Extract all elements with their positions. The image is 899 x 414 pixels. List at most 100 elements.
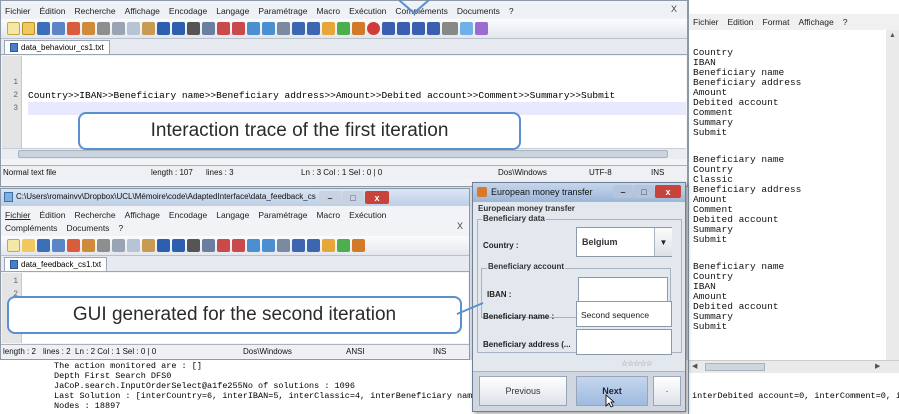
copy-icon[interactable] <box>127 239 140 252</box>
play-icon[interactable] <box>397 22 410 35</box>
menu-macro[interactable]: Macro <box>316 6 340 16</box>
indent-guide-icon[interactable] <box>307 239 320 252</box>
beneficiary-address-input[interactable] <box>576 329 672 355</box>
find-icon[interactable] <box>187 22 200 35</box>
country-select[interactable]: Belgium ▼ <box>576 227 672 257</box>
undo-icon[interactable] <box>157 239 170 252</box>
menu-fichier[interactable]: Fichier <box>5 210 31 220</box>
udl-icon[interactable] <box>322 22 335 35</box>
save-all-icon[interactable] <box>52 22 65 35</box>
zoom-out-icon[interactable] <box>232 22 245 35</box>
save-icon[interactable] <box>37 239 50 252</box>
menu-parametrage[interactable]: Paramétrage <box>258 210 307 220</box>
notepad-menu-affichage[interactable]: Affichage <box>798 17 833 27</box>
notepad-text-area[interactable]: Country IBAN Beneficiary name Beneficiary a… <box>693 48 883 358</box>
menu-parametrage[interactable]: Paramétrage <box>258 6 307 16</box>
close-window-button[interactable]: x <box>365 191 389 204</box>
chevron-down-icon[interactable]: ▼ <box>654 228 672 256</box>
extra-button[interactable]: · <box>653 376 681 406</box>
menu-documents[interactable]: Documents <box>66 223 109 233</box>
sync-h-icon[interactable] <box>262 22 275 35</box>
pilcrow-icon[interactable] <box>292 22 305 35</box>
wrap-icon[interactable] <box>277 239 290 252</box>
redo-icon[interactable] <box>172 239 185 252</box>
previous-button[interactable]: Previous <box>479 376 567 406</box>
menu-affichage[interactable]: Affichage <box>125 210 160 220</box>
replace-icon[interactable] <box>202 22 215 35</box>
wrap-icon[interactable] <box>277 22 290 35</box>
tab-data-behaviour[interactable]: data_behaviour_cs1.txt <box>4 40 110 54</box>
tab-data-feedback[interactable]: data_feedback_cs1.txt <box>4 257 108 271</box>
menu-recherche[interactable]: Recherche <box>75 210 116 220</box>
print-icon[interactable] <box>97 239 110 252</box>
copy-icon[interactable] <box>127 22 140 35</box>
zoom-out-icon[interactable] <box>232 239 245 252</box>
indent-guide-icon[interactable] <box>307 22 320 35</box>
scroll-right-icon[interactable]: ▶ <box>875 362 880 370</box>
doc-map-icon[interactable] <box>337 239 350 252</box>
notepad-vscrollbar[interactable]: ▲ <box>886 30 899 360</box>
udl-icon[interactable] <box>322 239 335 252</box>
notepad-menu-edition[interactable]: Edition <box>728 17 754 27</box>
ds-icon[interactable] <box>442 22 458 35</box>
scroll-left-icon[interactable]: ◀ <box>692 362 697 370</box>
menu-encodage[interactable]: Encodage <box>169 210 207 220</box>
sync-h-icon[interactable] <box>262 239 275 252</box>
plugin-icon[interactable] <box>460 22 473 35</box>
menu-edition[interactable]: Édition <box>40 6 66 16</box>
notepad-menu-fichier[interactable]: Fichier <box>693 17 719 27</box>
undo-icon[interactable] <box>157 22 170 35</box>
play-multi-icon[interactable] <box>412 22 425 35</box>
minimize-button[interactable]: – <box>319 191 341 204</box>
spell-icon[interactable] <box>475 22 488 35</box>
function-list-icon[interactable] <box>352 239 365 252</box>
menu-documents[interactable]: Documents <box>457 6 500 16</box>
menu-langage[interactable]: Langage <box>216 6 249 16</box>
maximize-button[interactable]: □ <box>342 191 364 204</box>
menu-edition[interactable]: Édition <box>40 210 66 220</box>
doc-map-icon[interactable] <box>337 22 350 35</box>
scroll-up-icon[interactable]: ▲ <box>889 32 896 39</box>
save-all-icon[interactable] <box>52 239 65 252</box>
close-all-icon[interactable] <box>82 239 95 252</box>
menu-execution[interactable]: Exécution <box>349 210 386 220</box>
replace-icon[interactable] <box>202 239 215 252</box>
cut-icon[interactable] <box>112 239 125 252</box>
print-icon[interactable] <box>97 22 110 35</box>
maximize-button[interactable]: □ <box>634 185 654 198</box>
close-file-icon[interactable] <box>67 239 80 252</box>
zoom-in-icon[interactable] <box>217 239 230 252</box>
notepad-hscrollbar[interactable]: ◀ ▶ <box>689 360 899 373</box>
record-icon[interactable] <box>367 22 380 35</box>
menu-macro[interactable]: Macro <box>316 210 340 220</box>
menu-help[interactable]: ? <box>118 223 123 233</box>
close-dialog-button[interactable]: x <box>655 185 681 198</box>
menu-complements[interactable]: Compléments <box>5 223 57 233</box>
open-file-icon[interactable] <box>22 22 35 35</box>
menu-fichier[interactable]: Fichier <box>5 6 31 16</box>
cut-icon[interactable] <box>112 22 125 35</box>
scroll-thumb[interactable] <box>18 150 668 158</box>
minimize-button[interactable]: – <box>613 185 633 198</box>
sync-v-icon[interactable] <box>247 239 260 252</box>
menu-langage[interactable]: Langage <box>216 210 249 220</box>
beneficiary-name-input[interactable]: Second sequence <box>576 301 672 327</box>
close-all-icon[interactable] <box>82 22 95 35</box>
redo-icon[interactable] <box>172 22 185 35</box>
close-doc-icon[interactable]: X <box>457 221 463 231</box>
paste-icon[interactable] <box>142 239 155 252</box>
close-file-icon[interactable] <box>67 22 80 35</box>
new-file-icon[interactable] <box>7 239 20 252</box>
menu-affichage[interactable]: Affichage <box>125 6 160 16</box>
pilcrow-icon[interactable] <box>292 239 305 252</box>
notepad-menu-format[interactable]: Format <box>763 17 790 27</box>
open-file-icon[interactable] <box>22 239 35 252</box>
save-macro-icon[interactable] <box>427 22 440 35</box>
stop-icon[interactable] <box>382 22 395 35</box>
hscroll-thumb[interactable] <box>705 363 765 371</box>
zoom-in-icon[interactable] <box>217 22 230 35</box>
notepad-menu-help[interactable]: ? <box>843 17 848 27</box>
new-file-icon[interactable] <box>7 22 20 35</box>
save-icon[interactable] <box>37 22 50 35</box>
paste-icon[interactable] <box>142 22 155 35</box>
